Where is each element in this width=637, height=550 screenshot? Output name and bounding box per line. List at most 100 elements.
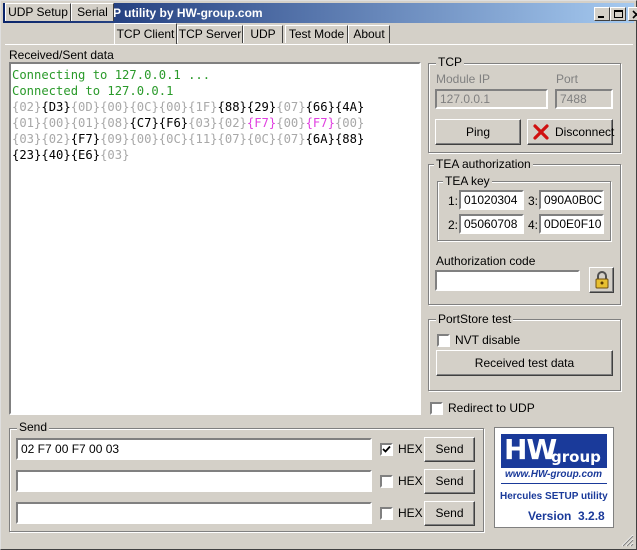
module-ip-field[interactable]: 127.0.0.1	[435, 89, 548, 109]
nvt-disable-checkbox[interactable]	[437, 334, 450, 347]
send-button-1[interactable]: Send	[424, 437, 475, 462]
send-button-2[interactable]: Send	[424, 469, 475, 494]
tea-key-1-field[interactable]: 01020304	[459, 190, 524, 210]
log-segment: {02}	[41, 132, 71, 146]
log-segment: {C7}	[129, 116, 159, 130]
received-data-area[interactable]: Connecting to 127.0.0.1 ... Connected to …	[9, 62, 421, 415]
ping-button[interactable]: Ping	[435, 119, 521, 145]
hex-label: HEX	[398, 506, 423, 520]
tea-key-4-field[interactable]: 0D0E0F10	[539, 214, 604, 234]
disconnect-button[interactable]: Disconnect	[527, 119, 615, 145]
log-segment: {03}	[12, 132, 42, 146]
log-segment: {02}	[217, 116, 247, 130]
tab-tcp-client[interactable]: TCP Client	[114, 23, 177, 44]
tab-udp[interactable]: UDP	[243, 25, 283, 43]
log-segment: {00}	[129, 132, 159, 146]
tab-label: UDP Setup	[8, 5, 68, 19]
tea-key-value: 05060708	[464, 217, 518, 231]
send-button-label: Send	[435, 442, 464, 456]
tea-key-2-field[interactable]: 05060708	[459, 214, 524, 234]
auth-code-field[interactable]	[435, 270, 580, 291]
disconnect-label: Disconnect	[555, 125, 615, 139]
log-segment: {4A}	[334, 100, 365, 114]
tab-test-mode[interactable]: Test Mode	[285, 25, 348, 43]
log-segment: {0C}	[246, 132, 277, 146]
log-segment: {40}	[41, 148, 71, 162]
log-segment: {66}	[305, 100, 335, 114]
tab-label: About	[353, 27, 385, 41]
tea-key-label: TEA key	[443, 174, 492, 188]
tea-key-3-field[interactable]: 090A0B0C	[539, 190, 604, 210]
port-label: Port	[556, 72, 579, 86]
maximize-button[interactable]	[610, 7, 626, 21]
send-input-value	[18, 472, 24, 474]
log-segment: {F7}	[70, 132, 101, 146]
tab-about[interactable]: About	[348, 25, 390, 43]
logo-product-name: Hercules SETUP utility	[500, 491, 608, 502]
tab-label: Serial	[77, 5, 108, 19]
log-line: Connected to 127.0.0.1	[12, 83, 419, 99]
received-test-data-button[interactable]: Received test data	[436, 350, 613, 376]
send-input-1[interactable]: 02 F7 00 F7 00 03	[16, 438, 372, 460]
log-segment: {07}	[276, 132, 306, 146]
send-input-2[interactable]	[16, 470, 372, 492]
tab-label: TCP Client	[116, 27, 175, 41]
received-test-label: Received test data	[474, 356, 575, 370]
close-button[interactable]	[628, 7, 637, 21]
send-button-3[interactable]: Send	[424, 501, 475, 526]
log-segment: {08}	[100, 116, 130, 130]
logo-divider	[501, 483, 607, 484]
log-segment: {03}	[188, 116, 218, 130]
port-field[interactable]: 7488	[555, 89, 613, 109]
logo-url: www.HW-group.com	[505, 469, 603, 480]
log-segment: {11}	[188, 132, 218, 146]
log-segment: {0C}	[129, 100, 159, 114]
send-input-value	[18, 504, 24, 506]
log-segment: {88}	[334, 132, 365, 146]
tea-key-value: 0D0E0F10	[544, 217, 602, 231]
minimize-button[interactable]	[594, 7, 610, 21]
maximize-icon	[614, 10, 623, 18]
module-ip-value: 127.0.0.1	[440, 92, 491, 106]
auth-code-value	[437, 272, 443, 274]
tea-key-value: 090A0B0C	[544, 193, 603, 207]
log-line: Connecting to 127.0.0.1 ...	[12, 67, 419, 83]
hw-group-logo[interactable]: HW group www.HW-group.com Hercules SETUP…	[494, 427, 614, 528]
log-segment: {09}	[100, 132, 130, 146]
send-button-label: Send	[435, 506, 464, 520]
log-line: {03}{02}{F7}{09}{00}{0C}{11}{07}{0C}{07}…	[12, 131, 419, 147]
hex-checkbox-2[interactable]	[380, 475, 393, 488]
send-button-label: Send	[435, 474, 464, 488]
log-segment: {00}	[158, 100, 189, 114]
tcp-group-label: TCP	[436, 55, 464, 69]
log-segment: {00}	[41, 116, 71, 130]
log-segment: {F7}	[305, 116, 335, 130]
tab-label: Test Mode	[288, 27, 345, 41]
size-grip-icon[interactable]	[620, 533, 634, 547]
tab-serial[interactable]: Serial	[71, 3, 114, 21]
auth-lock-button[interactable]	[589, 267, 614, 293]
tab-label: UDP	[250, 27, 276, 41]
nvt-disable-label: NVT disable	[455, 333, 521, 347]
log-segment: {0C}	[158, 132, 189, 146]
send-input-3[interactable]	[16, 502, 372, 524]
tea-key-index: 2:	[448, 218, 459, 232]
log-segment: Connected to 127.0.0.1	[12, 84, 174, 98]
tea-key-index: 3:	[528, 194, 539, 208]
log-line: {02}{D3}{0D}{00}{0C}{00}{1F}{88}{29}{07}…	[12, 99, 419, 115]
close-icon	[632, 10, 637, 19]
tab-tcp-server[interactable]: TCP Server	[177, 25, 243, 43]
log-segment: {00}	[334, 116, 365, 130]
tab-udp-setup[interactable]: UDP Setup	[5, 3, 71, 21]
received-label: Received/Sent data	[9, 48, 114, 62]
tab-label: TCP Server	[178, 27, 242, 41]
hex-checkbox-3[interactable]	[380, 507, 393, 520]
logo-hw-text: HW	[504, 433, 557, 466]
send-group-label: Send	[17, 420, 50, 434]
port-value: 7488	[560, 92, 587, 106]
ping-label: Ping	[465, 125, 491, 139]
redirect-udp-checkbox[interactable]	[430, 402, 443, 415]
hex-checkbox-1[interactable]	[380, 443, 393, 456]
tab-divider	[5, 44, 633, 45]
app-window: Hercules SETUP utility by HW-group.com U…	[0, 0, 637, 550]
